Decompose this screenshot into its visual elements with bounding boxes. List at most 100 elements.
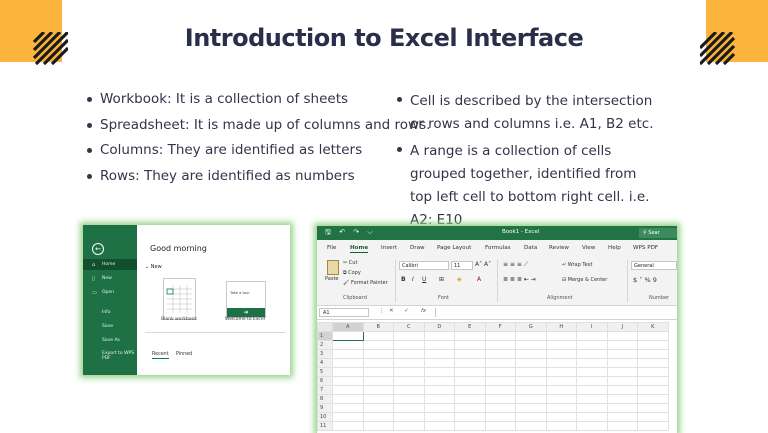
cell[interactable]: [454, 349, 486, 359]
cell[interactable]: [515, 349, 547, 359]
cell[interactable]: [393, 349, 425, 359]
cell[interactable]: [332, 412, 364, 422]
cell[interactable]: [332, 394, 364, 404]
cell[interactable]: [606, 376, 638, 386]
font-color-icon[interactable]: A: [477, 276, 481, 283]
cell[interactable]: [545, 376, 577, 386]
paste-icon[interactable]: [327, 260, 339, 275]
cell[interactable]: [454, 367, 486, 377]
cell[interactable]: [637, 421, 669, 431]
column-header[interactable]: C: [393, 322, 425, 332]
cell[interactable]: [637, 412, 669, 422]
tab-file[interactable]: File: [327, 245, 336, 251]
cell[interactable]: [332, 403, 364, 413]
currency-icon[interactable]: $ ˅ % 9: [633, 276, 657, 284]
cell[interactable]: [423, 340, 455, 350]
fx-icon[interactable]: fx: [421, 308, 426, 314]
cell[interactable]: [454, 412, 486, 422]
cell[interactable]: [362, 376, 394, 386]
cell[interactable]: [393, 394, 425, 404]
cell[interactable]: [637, 358, 669, 368]
cell[interactable]: [545, 385, 577, 395]
cut-button[interactable]: ✂ Cut: [343, 260, 357, 266]
cell[interactable]: [637, 367, 669, 377]
backstage-nav-home[interactable]: ⌂ Home: [83, 259, 137, 270]
enter-check-icon[interactable]: ✓: [404, 308, 409, 314]
row-header[interactable]: 5: [317, 367, 333, 377]
cell[interactable]: [454, 331, 486, 341]
column-header[interactable]: B: [362, 322, 394, 332]
backstage-nav-save-as[interactable]: Save As: [83, 335, 137, 346]
cell[interactable]: [484, 421, 516, 431]
cell[interactable]: [606, 403, 638, 413]
cell[interactable]: [423, 331, 455, 341]
cell[interactable]: [393, 376, 425, 386]
cell[interactable]: [454, 385, 486, 395]
backstage-nav-new[interactable]: ▯ New: [83, 273, 137, 284]
cell[interactable]: [545, 358, 577, 368]
cell[interactable]: [332, 331, 364, 341]
cell[interactable]: [332, 358, 364, 368]
cell[interactable]: [362, 331, 394, 341]
column-header[interactable]: E: [454, 322, 486, 332]
tab-review[interactable]: Review: [549, 245, 569, 251]
row-header[interactable]: 8: [317, 394, 333, 404]
row-header[interactable]: 4: [317, 358, 333, 368]
cell[interactable]: [515, 367, 547, 377]
cell[interactable]: [362, 367, 394, 377]
tab-view[interactable]: View: [582, 245, 595, 251]
row-header[interactable]: 6: [317, 376, 333, 386]
cell[interactable]: [515, 394, 547, 404]
cell[interactable]: [454, 394, 486, 404]
fill-color-icon[interactable]: ◈: [457, 276, 462, 283]
row-header[interactable]: 1: [317, 331, 333, 341]
cell[interactable]: [576, 358, 608, 368]
cell[interactable]: [576, 376, 608, 386]
row-header[interactable]: 3: [317, 349, 333, 359]
cell[interactable]: [423, 376, 455, 386]
underline-icon[interactable]: U: [422, 276, 426, 283]
cell[interactable]: [484, 331, 516, 341]
cell[interactable]: [362, 358, 394, 368]
align-left-icon[interactable]: ≣ ≣ ≣ ⇤ ⇥: [503, 276, 536, 283]
cell[interactable]: [606, 331, 638, 341]
cell[interactable]: [454, 340, 486, 350]
cell[interactable]: [484, 340, 516, 350]
row-header[interactable]: 7: [317, 385, 333, 395]
cell[interactable]: [606, 394, 638, 404]
cell[interactable]: [606, 421, 638, 431]
number-format-dropdown[interactable]: General: [631, 261, 677, 270]
tab-wps-pdf[interactable]: WPS PDF: [633, 245, 658, 251]
cell[interactable]: [484, 376, 516, 386]
cell[interactable]: [606, 412, 638, 422]
cell[interactable]: [484, 367, 516, 377]
column-header[interactable]: F: [484, 322, 516, 332]
cell[interactable]: [545, 367, 577, 377]
cell[interactable]: [423, 349, 455, 359]
cell[interactable]: [484, 403, 516, 413]
format-painter-button[interactable]: 🖌 Format Painter: [343, 280, 388, 286]
cell[interactable]: [545, 394, 577, 404]
cell[interactable]: [515, 421, 547, 431]
cell[interactable]: [606, 349, 638, 359]
column-header[interactable]: G: [515, 322, 547, 332]
cell[interactable]: [576, 385, 608, 395]
backstage-nav-export-pdf[interactable]: Export to WPS PDF: [83, 349, 137, 363]
quick-access-toolbar[interactable]: 🖫 ↶ ↷ ⌵: [325, 228, 376, 239]
cell[interactable]: [545, 340, 577, 350]
cell[interactable]: [637, 403, 669, 413]
cell[interactable]: [515, 340, 547, 350]
cell[interactable]: [515, 331, 547, 341]
cell[interactable]: [515, 358, 547, 368]
cell[interactable]: [545, 403, 577, 413]
tab-formulas[interactable]: Formulas: [485, 245, 511, 251]
cell[interactable]: [423, 421, 455, 431]
cell[interactable]: [423, 394, 455, 404]
cell[interactable]: [484, 349, 516, 359]
wrap-text-button[interactable]: ↵ Wrap Text: [562, 262, 593, 268]
cell[interactable]: [362, 340, 394, 350]
cell[interactable]: [332, 367, 364, 377]
font-name-dropdown[interactable]: Calibri: [399, 261, 449, 270]
tab-draw[interactable]: Draw: [410, 245, 425, 251]
cell[interactable]: [484, 412, 516, 422]
